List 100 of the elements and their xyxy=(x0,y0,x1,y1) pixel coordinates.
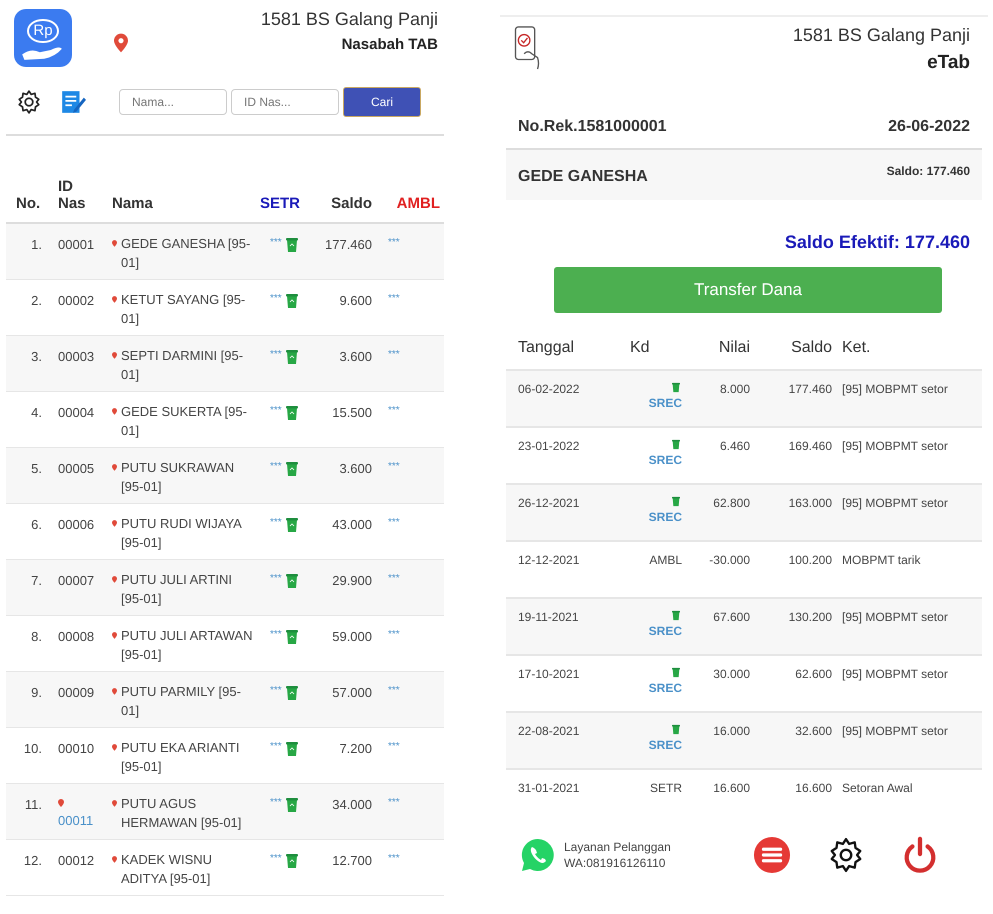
code-label: SREC xyxy=(648,681,682,695)
table-cell-text: 130.200 xyxy=(788,610,832,626)
customer-name[interactable]: PUTU PARMILY [95-01] xyxy=(121,682,255,720)
masked-value[interactable]: *** xyxy=(372,797,444,839)
row-number: 5. xyxy=(30,461,43,478)
masked-value[interactable]: *** xyxy=(372,517,444,559)
table-cell-text: 163.000 xyxy=(788,496,832,512)
masked-value[interactable]: *** xyxy=(372,573,444,615)
phone-check-icon xyxy=(512,25,542,71)
table-cell-text: 23-01-2022 xyxy=(518,439,580,455)
column-header: ID Nas xyxy=(57,178,87,212)
trash-bin-icon[interactable] xyxy=(286,405,298,421)
customer-name[interactable]: PUTU RUDI WIJAYA [95-01] xyxy=(121,514,255,552)
location-pin-icon[interactable] xyxy=(114,33,128,53)
table-cell-text: 62.800 xyxy=(712,496,750,512)
trash-bin-icon[interactable] xyxy=(286,237,298,253)
table-cell-text: 177.460 xyxy=(788,382,832,398)
customer-id-link[interactable]: 00011 xyxy=(58,813,94,828)
trash-bin-icon[interactable] xyxy=(286,797,298,813)
table-cell-text: 16.600 xyxy=(794,781,832,797)
masked-value[interactable]: *** xyxy=(270,629,282,640)
id-search-field[interactable]: ID Nas... xyxy=(231,89,339,115)
customer-name[interactable]: PUTU JULI ARTAWAN [95-01] xyxy=(121,626,255,664)
masked-value[interactable]: *** xyxy=(270,685,282,696)
support-phone[interactable]: WA:081916126110 xyxy=(564,856,671,870)
table-cell-text: 30.000 xyxy=(712,667,750,683)
settings-icon[interactable] xyxy=(16,89,42,115)
masked-value[interactable]: *** xyxy=(372,853,444,895)
row-number: 1. xyxy=(30,237,43,254)
trash-bin-icon[interactable] xyxy=(286,461,298,477)
masked-value[interactable]: *** xyxy=(270,517,282,528)
masked-value[interactable]: *** xyxy=(372,685,444,727)
account-number: No.Rek.1581000001 xyxy=(518,118,667,136)
menu-icon[interactable] xyxy=(752,836,791,874)
masked-value[interactable]: *** xyxy=(372,629,444,671)
row-number: 4. xyxy=(30,405,43,422)
customer-name[interactable]: PUTU SUKRAWAN [95-01] xyxy=(121,458,255,496)
masked-value[interactable]: *** xyxy=(270,797,282,808)
customer-id: 00004 xyxy=(58,405,94,420)
masked-value[interactable]: *** xyxy=(372,741,444,783)
trash-bin-icon[interactable] xyxy=(286,517,298,533)
masked-value[interactable]: *** xyxy=(372,293,444,335)
row-number: 8. xyxy=(30,629,43,646)
code-label: SREC xyxy=(648,510,682,524)
table-cell-text: 100.200 xyxy=(788,553,832,569)
masked-value[interactable]: *** xyxy=(270,741,282,752)
table-cell-text: 06-02-2022 xyxy=(518,382,580,398)
row-number: 6. xyxy=(30,517,43,534)
masked-value[interactable]: *** xyxy=(270,461,282,472)
balance-label: Saldo: 177.460 xyxy=(886,164,970,178)
form-edit-icon[interactable] xyxy=(60,89,86,115)
balance-value: 15.500 xyxy=(331,405,372,422)
trash-bin-icon[interactable] xyxy=(286,685,298,701)
masked-value[interactable]: *** xyxy=(270,573,282,584)
customer-name[interactable]: PUTU AGUS HERMAWAN [95-01] xyxy=(121,794,255,832)
masked-value[interactable]: *** xyxy=(270,405,282,416)
masked-value[interactable]: *** xyxy=(270,237,282,248)
balance-value: 9.600 xyxy=(338,293,372,310)
transfer-button[interactable]: Transfer Dana xyxy=(554,267,942,313)
support-label: Layanan Pelanggan xyxy=(564,840,671,854)
masked-value[interactable]: *** xyxy=(270,293,282,304)
search-button[interactable]: Cari xyxy=(343,87,421,117)
table-cell-text: 32.600 xyxy=(794,724,832,740)
customer-id: 00010 xyxy=(58,741,94,756)
trash-bin-icon[interactable] xyxy=(286,629,298,645)
trash-bin-icon[interactable] xyxy=(286,741,298,757)
table-cell-text: 26-12-2021 xyxy=(518,496,580,512)
column-header: No. xyxy=(15,195,42,212)
customer-name[interactable]: GEDE GANESHA [95-01] xyxy=(121,234,255,272)
location-pin-icon xyxy=(112,744,117,751)
name-search-field[interactable]: Nama... xyxy=(119,89,227,115)
customer-name[interactable]: KETUT SAYANG [95-01] xyxy=(121,290,255,328)
location-pin-icon xyxy=(112,688,117,695)
customer-name[interactable]: SEPTI DARMINI [95-01] xyxy=(121,346,255,384)
table-cell-text: 16.600 xyxy=(712,781,750,797)
masked-value[interactable]: *** xyxy=(372,349,444,391)
customer-id: 00001 xyxy=(58,237,94,252)
trash-bin-icon[interactable] xyxy=(286,293,298,309)
masked-value[interactable]: *** xyxy=(270,853,282,864)
customer-name[interactable]: PUTU EKA ARIANTI [95-01] xyxy=(121,738,255,776)
customer-name[interactable]: GEDE SUKERTA [95-01] xyxy=(121,402,255,440)
balance-value: 43.000 xyxy=(331,517,372,534)
masked-value[interactable]: *** xyxy=(270,349,282,360)
balance-value: 57.000 xyxy=(331,685,372,702)
table-cell-text: 12-12-2021 xyxy=(518,553,580,569)
table-cell: SETR xyxy=(650,781,682,795)
code-label: SREC xyxy=(648,738,682,752)
customer-name[interactable]: KADEK WISNU ADITYA [95-01] xyxy=(121,850,255,888)
masked-value[interactable]: *** xyxy=(372,461,444,503)
column-header: Saldo xyxy=(790,339,832,357)
masked-value[interactable]: *** xyxy=(372,405,444,447)
trash-bin-icon[interactable] xyxy=(286,853,298,869)
customer-name[interactable]: PUTU JULI ARTINI [95-01] xyxy=(121,570,255,608)
table-cell-text: 6.460 xyxy=(718,439,750,455)
trash-bin-icon xyxy=(672,382,680,393)
location-pin-icon xyxy=(58,799,64,807)
trash-bin-icon[interactable] xyxy=(286,573,298,589)
masked-value[interactable]: *** xyxy=(372,237,444,279)
trash-bin-icon[interactable] xyxy=(286,349,298,365)
balance-value: 12.700 xyxy=(331,853,372,870)
